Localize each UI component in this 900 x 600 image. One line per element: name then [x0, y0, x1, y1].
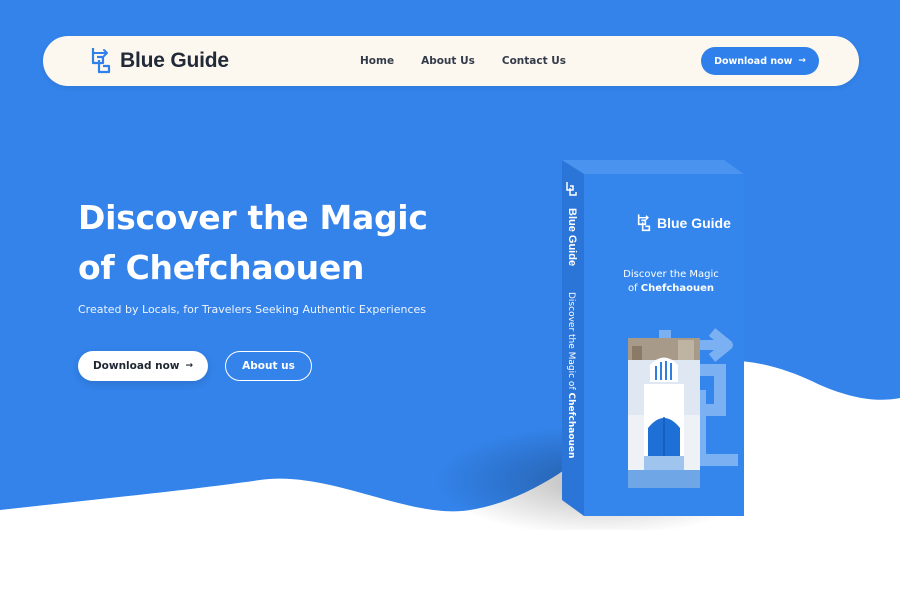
nav-link-home[interactable]: Home: [360, 55, 394, 67]
hero-title-line2: of Chefchaouen: [78, 248, 365, 287]
hero-about-button[interactable]: About us: [225, 351, 312, 381]
brand-logo[interactable]: Blue Guide: [89, 45, 229, 77]
logo-mark-icon: [91, 48, 111, 74]
cover-logo-icon: [637, 214, 651, 232]
spine-brand-text: Blue Guide: [566, 208, 578, 267]
cover-title-line1: Discover the Magic: [623, 269, 719, 280]
hero-subtitle: Created by Locals, for Travelers Seeking…: [78, 303, 426, 316]
guide-book-mockup: Blue Guide Discover the Magic of Chefcha…: [560, 160, 744, 516]
spine-tagline-bold: Chefchaouen: [566, 392, 576, 459]
nav-link-about[interactable]: About Us: [421, 55, 475, 67]
nav-link-contact[interactable]: Contact Us: [502, 55, 566, 67]
hero-download-button[interactable]: Download now →: [78, 351, 208, 381]
spine-tagline-prefix: Discover the Magic of: [566, 292, 576, 393]
hero-about-label: About us: [242, 360, 295, 372]
hero-title-line1: Discover the Magic: [78, 198, 428, 237]
nav-download-button[interactable]: Download now →: [701, 47, 819, 75]
cover-title-prefix: of: [627, 283, 641, 294]
cover-title-line2: of Chefchaouen: [606, 282, 736, 296]
hero-title: Discover the Magic of Chefchaouen: [78, 193, 498, 293]
nav-links: Home About Us Contact Us: [360, 36, 593, 86]
top-navbar: Blue Guide Home About Us Contact Us Down…: [43, 36, 859, 86]
hero-download-label: Download now: [92, 360, 180, 372]
nav-download-label: Download now: [714, 55, 793, 67]
cover-logo: Blue Guide: [636, 212, 731, 234]
cover-title: Discover the Magic of Chefchaouen: [606, 268, 736, 296]
arrow-right-icon: →: [185, 361, 194, 371]
cover-brand-text: Blue Guide: [657, 215, 731, 231]
door-photo: [628, 338, 700, 488]
arrow-right-icon: →: [798, 56, 806, 66]
spine-tagline: Discover the Magic of Chefchaouen: [566, 292, 576, 458]
cover-title-bold: Chefchaouen: [640, 283, 715, 294]
brand-name: Blue Guide: [120, 49, 229, 72]
